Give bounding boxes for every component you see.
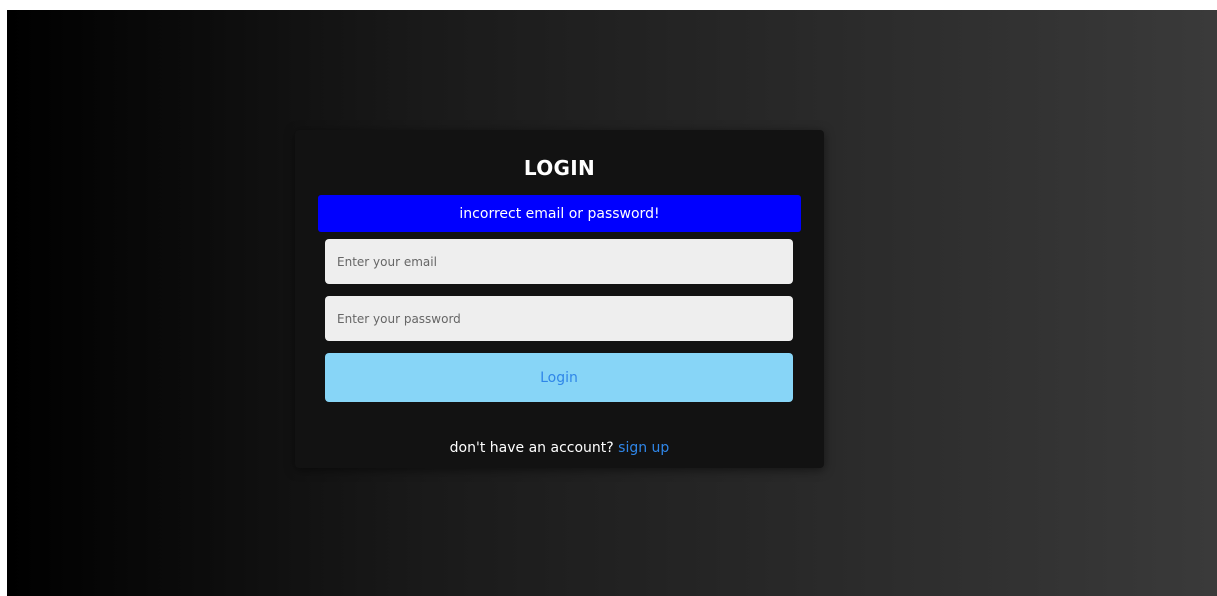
password-input[interactable]: [325, 296, 793, 341]
signup-link[interactable]: sign up: [618, 440, 669, 456]
login-button[interactable]: Login: [325, 353, 793, 402]
email-input[interactable]: [325, 239, 793, 284]
signup-prompt-text: don't have an account?: [449, 440, 614, 456]
page-background: LOGIN incorrect email or password! Login…: [7, 10, 1217, 596]
login-title: LOGIN: [523, 156, 596, 180]
signup-prompt: don't have an account? sign up: [295, 440, 824, 456]
login-card: LOGIN incorrect email or password! Login…: [295, 130, 824, 468]
error-banner: incorrect email or password!: [318, 195, 801, 232]
